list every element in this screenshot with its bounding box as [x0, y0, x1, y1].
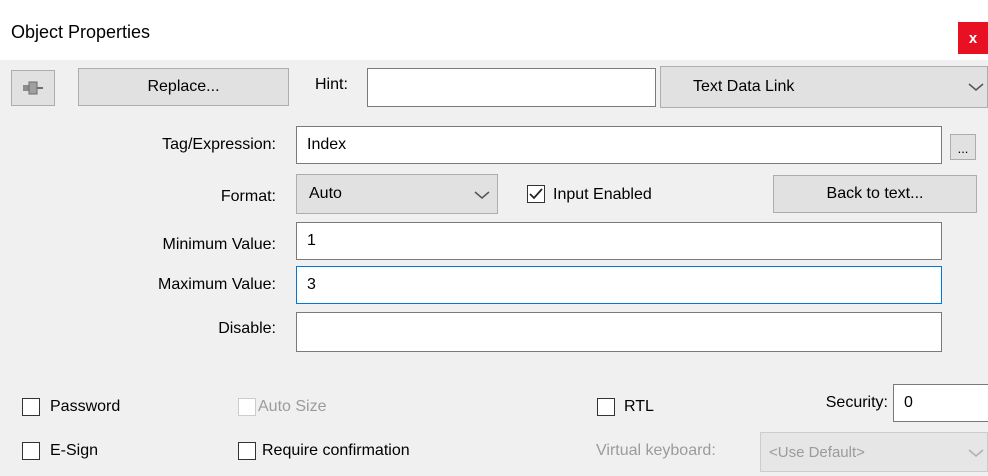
tag-expression-label: Tag/Expression: [162, 136, 276, 153]
disable-label: Disable: [218, 320, 276, 337]
back-to-text-button[interactable]: Back to text... [773, 175, 977, 213]
security-label: Security: [825, 394, 888, 411]
format-value: Auto [309, 185, 342, 202]
require-confirmation-checkbox[interactable] [238, 442, 256, 460]
hint-label: Hint: [315, 76, 348, 93]
minimum-value-input[interactable]: 1 [296, 222, 942, 260]
esign-label: E-Sign [50, 442, 99, 459]
virtual-keyboard-select: <Use Default> [760, 432, 988, 472]
chevron-down-icon [968, 83, 984, 91]
close-button[interactable]: x [958, 22, 988, 54]
disable-input[interactable] [296, 312, 942, 352]
pin-icon [23, 81, 43, 95]
window-title: Object Properties [11, 22, 151, 42]
pin-button[interactable] [11, 70, 55, 106]
minimum-value-label: Minimum Value: [162, 236, 276, 253]
format-select[interactable]: Auto [296, 174, 498, 214]
link-type-select[interactable]: Text Data Link [660, 66, 988, 108]
checkmark-icon [529, 188, 543, 200]
hint-input[interactable] [367, 68, 656, 107]
virtual-keyboard-value: <Use Default> [769, 443, 865, 461]
password-checkbox[interactable] [22, 398, 40, 416]
format-label: Format: [220, 188, 276, 205]
virtual-keyboard-label: Virtual keyboard: [596, 442, 716, 459]
chevron-down-icon [968, 449, 984, 457]
link-type-value: Text Data Link [693, 78, 795, 95]
auto-size-checkbox [238, 398, 256, 416]
input-enabled-checkbox[interactable] [527, 185, 545, 203]
rtl-label: RTL [624, 398, 654, 415]
chevron-down-icon [474, 191, 490, 199]
password-label: Password [50, 398, 121, 415]
tag-expression-input[interactable]: Index [296, 126, 942, 164]
rtl-checkbox[interactable] [597, 398, 615, 416]
security-input[interactable]: 0 [893, 384, 988, 422]
auto-size-label: Auto Size [258, 398, 327, 415]
maximum-value-input[interactable]: 3 [296, 266, 942, 304]
replace-button[interactable]: Replace... [78, 68, 289, 106]
maximum-value-label: Maximum Value: [158, 276, 276, 293]
browse-tag-button[interactable]: ... [950, 134, 976, 160]
input-enabled-label: Input Enabled [553, 186, 652, 203]
esign-checkbox[interactable] [22, 442, 40, 460]
require-confirmation-label: Require confirmation [262, 442, 410, 459]
